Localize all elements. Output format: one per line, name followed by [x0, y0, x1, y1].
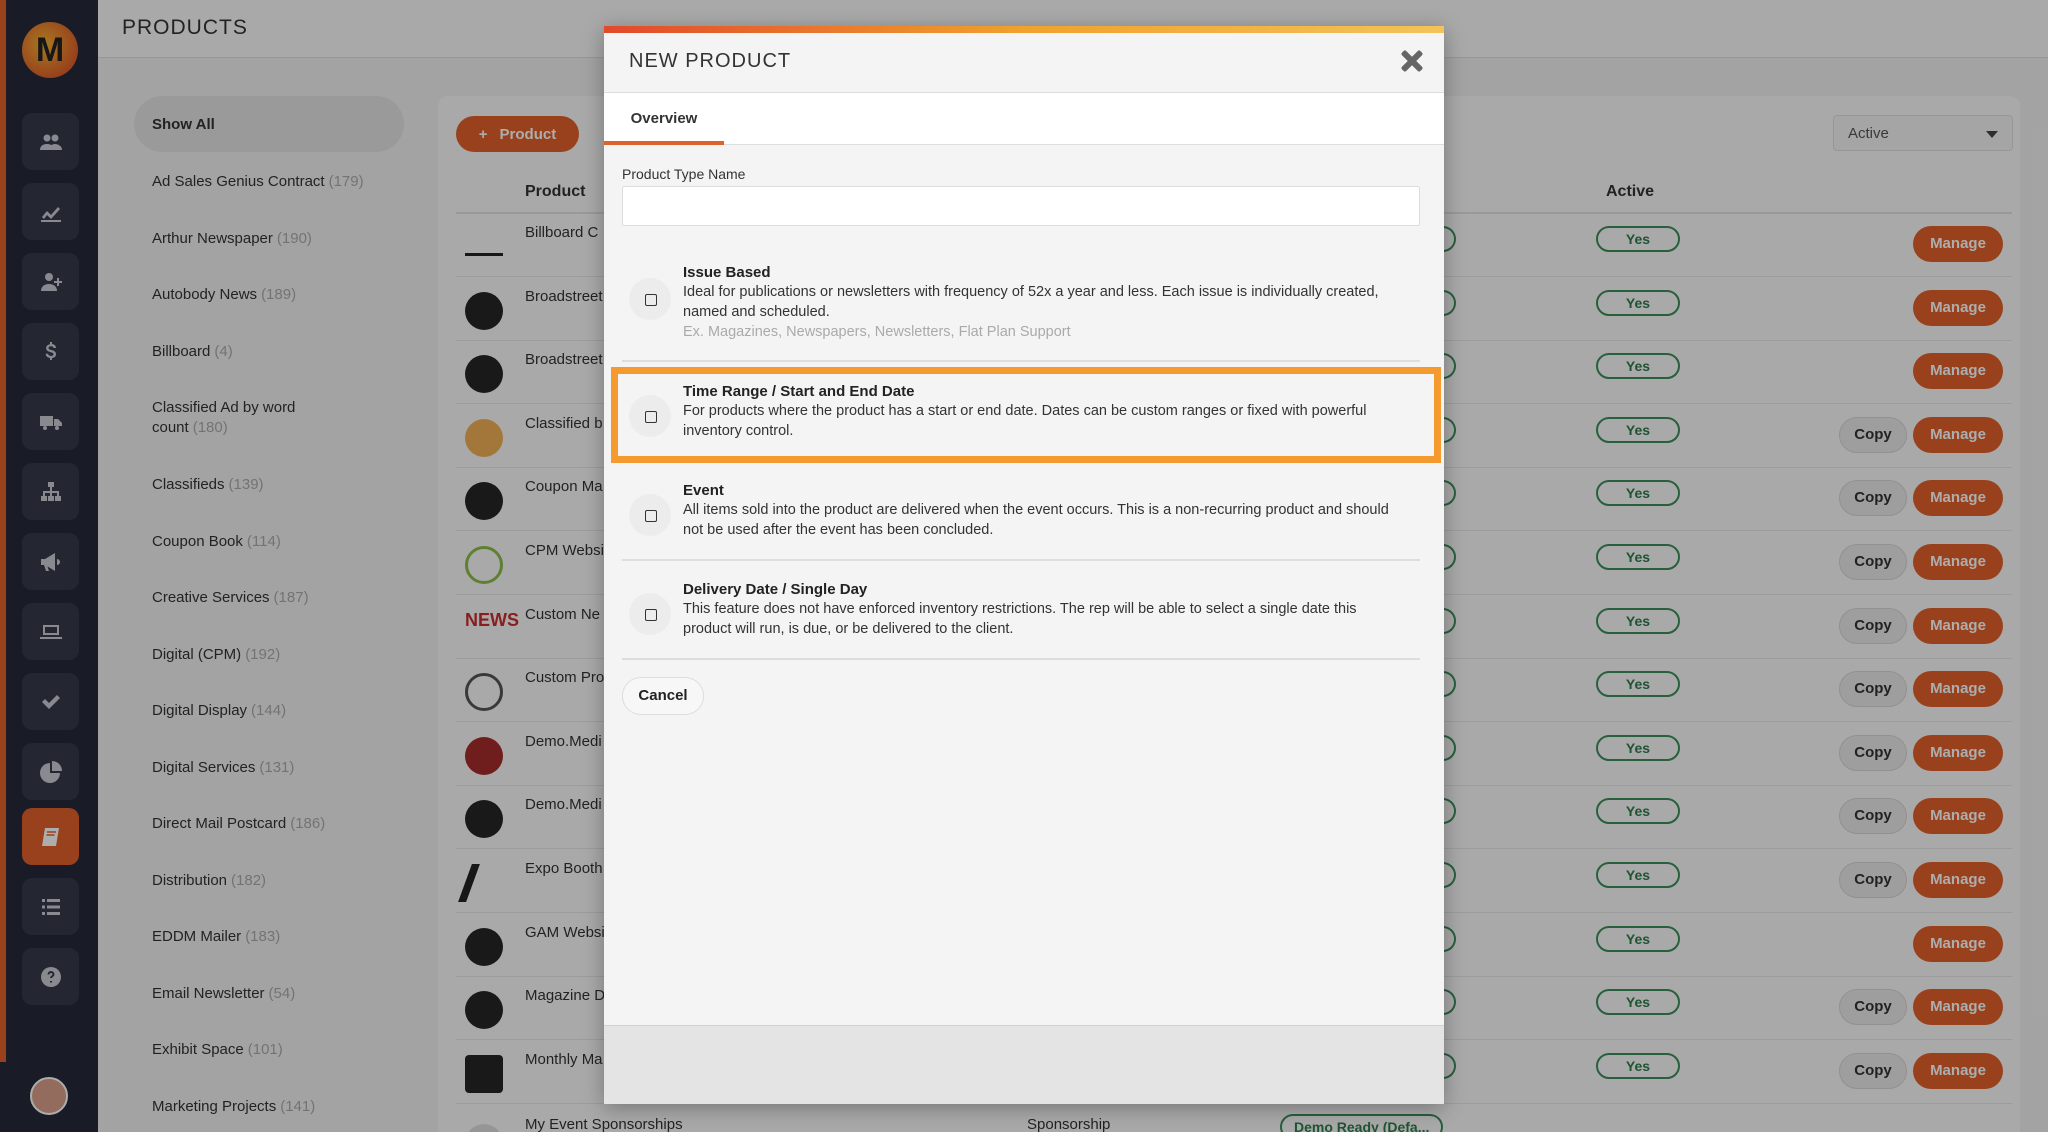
product-type-name-label: Product Type Name [622, 166, 746, 182]
option-description: This feature does not have enforced inve… [683, 601, 1357, 637]
option-divider [622, 559, 1420, 561]
new-product-modal: NEW PRODUCT Overview Product Type Name I… [604, 26, 1444, 1104]
modal-footer [604, 1025, 1444, 1104]
option-title: Issue Based [683, 264, 771, 281]
option-title: Event [683, 482, 724, 499]
modal-gradient-bar [604, 26, 1444, 33]
modal-tabs: Overview [604, 93, 1444, 145]
option-divider [622, 658, 1420, 660]
checkbox-event[interactable] [629, 494, 671, 536]
highlight-box [611, 367, 1441, 463]
option-example: Ex. Magazines, Newspapers, Newsletters, … [683, 324, 1071, 340]
option-description: All items sold into the product are deli… [683, 502, 1389, 538]
tab-overview[interactable]: Overview [604, 93, 724, 145]
product-type-name-input[interactable] [622, 186, 1420, 226]
modal-title: NEW PRODUCT [629, 50, 792, 72]
checkbox-issue-based[interactable] [629, 278, 671, 320]
cancel-button[interactable]: Cancel [622, 677, 704, 715]
modal-header: NEW PRODUCT [604, 33, 1444, 93]
option-title: Delivery Date / Single Day [683, 581, 868, 598]
checkbox-delivery-date[interactable] [629, 593, 671, 635]
option-divider [622, 360, 1420, 362]
option-description: Ideal for publications or newsletters wi… [683, 284, 1379, 320]
close-icon[interactable] [1400, 49, 1424, 73]
